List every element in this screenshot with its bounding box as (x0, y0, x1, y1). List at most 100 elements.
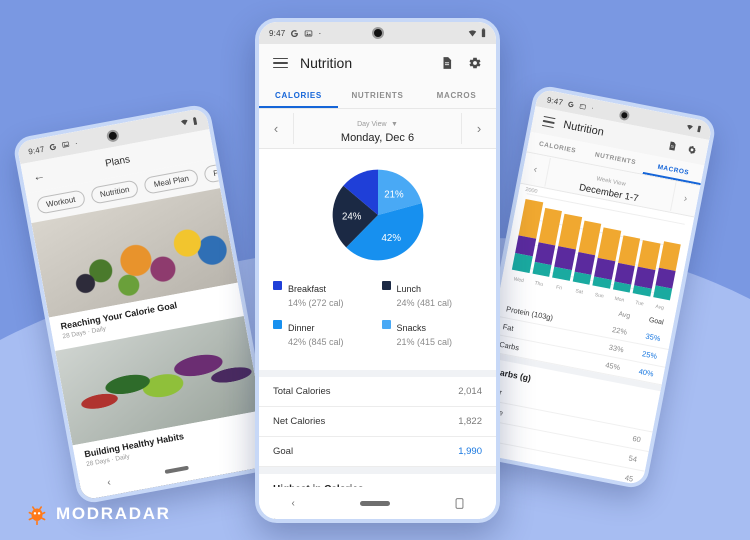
dot-icon: · (74, 137, 79, 148)
battery-icon (481, 28, 486, 38)
center-appbar: Nutrition (259, 44, 496, 82)
legend-swatch (381, 281, 391, 290)
bar-label: Tue (634, 299, 645, 308)
right-page-title: Nutrition (562, 118, 605, 139)
center-camera-punchhole (371, 27, 384, 39)
stat-label: Total Calories (273, 386, 331, 398)
legend-value: 24% (481 cal) (396, 298, 453, 308)
row-value: 45 (624, 473, 634, 484)
pie-legend: Breakfast 14% (272 cal) Lunch 24% (481 c… (259, 269, 496, 360)
back-chevron-icon[interactable]: ‹ (106, 477, 111, 488)
brand-logo: MODRADAR (26, 503, 171, 526)
macro-avg: 45% (604, 360, 622, 373)
stat-value: 1,822 (458, 416, 482, 428)
legend-item-breakfast: Breakfast 14% (272 cal) (273, 279, 374, 309)
google-g-icon (291, 29, 299, 37)
legend-swatch (273, 320, 282, 330)
bar-segment (511, 253, 533, 274)
day-view-label[interactable]: Day View (357, 121, 386, 128)
home-pill-icon[interactable] (164, 465, 189, 475)
bar-segment (577, 220, 602, 256)
legend-value: 42% (845 cal) (288, 337, 344, 348)
tab-calories[interactable]: CALORIES (259, 82, 338, 108)
document-icon[interactable] (667, 140, 679, 152)
macro-goal: 35% (644, 331, 662, 344)
chevron-right-icon[interactable]: › (673, 191, 699, 206)
stat-row-total-calories: Total Calories 2,014 (259, 377, 496, 408)
tab-nutrients[interactable]: NUTRIENTS (338, 82, 417, 108)
bar-label: Wed (513, 276, 525, 285)
pie-slice-label: 21% (384, 189, 404, 200)
gear-icon[interactable] (468, 56, 482, 70)
legend-item-snacks: Snacks 21% (415 cal) (381, 318, 483, 348)
hamburger-icon[interactable] (273, 57, 288, 69)
bar-segment (637, 239, 661, 271)
hamburger-icon[interactable] (541, 115, 556, 129)
row-value (644, 416, 646, 425)
home-pill-icon[interactable] (359, 500, 390, 506)
legend-label: Dinner (288, 323, 315, 334)
center-phone-mockup: 9:47 · Nutrition CALORIES NUTRIENTS MACR… (255, 18, 500, 523)
chip-meal-plan[interactable]: Meal Plan (143, 168, 200, 195)
selected-date-label: Monday, Dec 6 (340, 132, 415, 144)
bar-label: Thu (534, 280, 544, 288)
wifi-icon (181, 119, 188, 126)
legend-label: Breakfast (288, 284, 327, 294)
page-title: Nutrition (300, 55, 353, 71)
legend-value: 21% (415 cal) (396, 337, 453, 348)
bar-segment (652, 285, 673, 301)
stat-value: 2,014 (458, 386, 482, 398)
legend-value: 14% (272 cal) (288, 298, 344, 308)
bar-label: Mon (613, 295, 625, 304)
stat-row-goal[interactable]: Goal 1,990 (259, 437, 496, 468)
legend-item-lunch: Lunch 24% (481 cal) (381, 279, 483, 309)
bar-segment (572, 271, 592, 285)
dot-icon: · (318, 28, 322, 38)
pie-slice-label: 42% (381, 233, 401, 244)
dot-icon: · (590, 104, 595, 112)
calories-pie-chart: 21% 42% 24% (332, 169, 423, 261)
battery-icon (192, 116, 198, 125)
tab-macros[interactable]: MACROS (417, 82, 496, 108)
center-navbar: ‹ (259, 487, 496, 519)
bar-segment (617, 235, 641, 267)
bar-segment (658, 241, 681, 271)
center-datebar: ‹ Day View ▼ Monday, Dec 6 › (259, 109, 496, 149)
pie-slice-label: 24% (341, 211, 361, 222)
recents-icon[interactable] (455, 497, 464, 509)
image-icon (580, 103, 587, 109)
center-status-time: 9:47 (269, 28, 286, 38)
row-value: 60 (631, 433, 642, 445)
legend-swatch (273, 281, 282, 290)
chevron-left-icon[interactable]: ‹ (259, 121, 293, 136)
macro-avg: 22% (611, 325, 628, 337)
bar-label: Sun (594, 292, 605, 300)
chevron-left-icon[interactable]: ‹ (523, 162, 549, 177)
document-icon[interactable] (440, 56, 454, 70)
bar-label: Sat (574, 288, 584, 296)
section-divider (259, 370, 496, 378)
calories-pie-card: 21% 42% 24% Breakfast 14% (272 cal) Lunch … (259, 149, 496, 371)
bar-label: Avg (654, 303, 665, 312)
legend-label: Snacks (396, 323, 427, 334)
chip-workout[interactable]: Workout (35, 189, 86, 215)
stat-value: 1,990 (458, 446, 482, 458)
bar-segment (558, 213, 582, 250)
caret-down-icon[interactable]: ▼ (391, 121, 398, 128)
legend-item-dinner: Dinner 42% (845 cal) (273, 318, 374, 348)
chip-nutrition[interactable]: Nutrition (89, 179, 140, 205)
center-tabbar: CALORIES NUTRIENTS MACROS (259, 82, 496, 109)
wifi-icon (687, 124, 693, 130)
brand-name: MODRADAR (56, 504, 171, 523)
gear-icon[interactable] (686, 144, 698, 156)
image-icon (305, 29, 313, 37)
back-chevron-icon[interactable]: ‹ (291, 498, 294, 509)
chevron-right-icon[interactable]: › (462, 121, 496, 136)
bar-segment (552, 266, 572, 281)
bug-mascot-icon (26, 503, 48, 526)
section-divider (259, 467, 496, 475)
google-g-icon (50, 143, 57, 151)
bar-segment (597, 227, 621, 261)
macro-goal: 25% (641, 349, 658, 361)
legend-label: Lunch (396, 284, 422, 294)
